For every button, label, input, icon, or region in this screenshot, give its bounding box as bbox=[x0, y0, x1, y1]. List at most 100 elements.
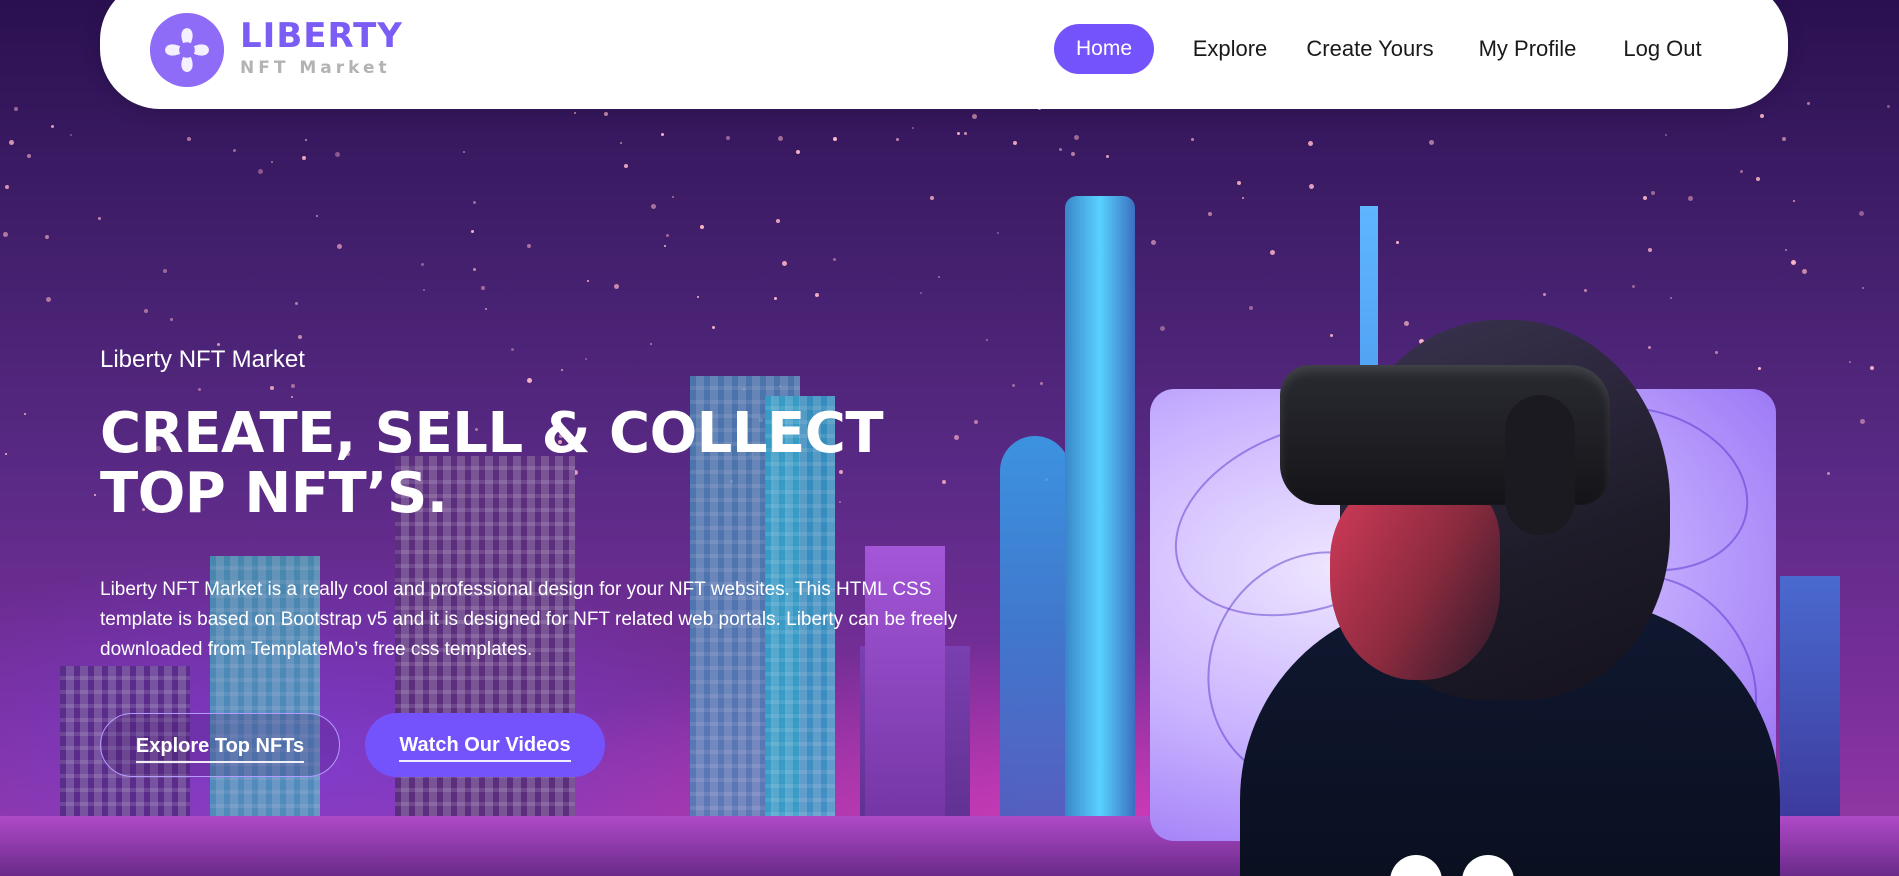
star bbox=[972, 114, 977, 119]
star bbox=[1208, 212, 1212, 216]
star bbox=[258, 169, 263, 174]
star bbox=[1793, 200, 1795, 202]
star bbox=[997, 232, 999, 234]
star bbox=[1543, 293, 1546, 296]
star bbox=[1665, 134, 1667, 136]
star bbox=[774, 297, 777, 300]
star bbox=[604, 112, 608, 116]
star bbox=[1760, 114, 1764, 118]
star bbox=[1802, 269, 1807, 274]
liberty-swirl-logo-icon[interactable] bbox=[148, 11, 226, 89]
star bbox=[1330, 334, 1333, 337]
star bbox=[1648, 248, 1652, 252]
star bbox=[1785, 249, 1787, 251]
star bbox=[620, 142, 622, 144]
star bbox=[650, 343, 652, 345]
star bbox=[1074, 135, 1079, 140]
star bbox=[697, 296, 699, 298]
star bbox=[473, 201, 476, 204]
star bbox=[1688, 196, 1693, 201]
star bbox=[70, 134, 72, 136]
star bbox=[423, 289, 425, 291]
star bbox=[198, 388, 201, 391]
building bbox=[1000, 436, 1070, 876]
star bbox=[815, 293, 819, 297]
star bbox=[5, 453, 7, 455]
star bbox=[585, 358, 587, 360]
star bbox=[672, 196, 674, 198]
explore-top-nfts-label: Explore Top NFTs bbox=[135, 735, 305, 763]
person-face bbox=[1330, 480, 1500, 680]
star bbox=[1860, 419, 1865, 424]
star bbox=[291, 384, 295, 388]
star bbox=[271, 161, 273, 163]
star bbox=[614, 284, 619, 289]
star bbox=[833, 137, 837, 141]
star bbox=[45, 235, 49, 239]
star bbox=[666, 234, 669, 237]
brand-subtitle: NFT Market bbox=[240, 58, 391, 78]
star bbox=[46, 297, 51, 302]
star bbox=[964, 132, 967, 135]
star bbox=[1648, 346, 1651, 349]
star bbox=[527, 378, 532, 383]
star bbox=[1191, 138, 1194, 141]
nav-create-yours[interactable]: Create Yours bbox=[1300, 24, 1440, 74]
star bbox=[661, 133, 664, 136]
star bbox=[726, 136, 730, 140]
nav-home[interactable]: Home bbox=[1054, 24, 1154, 74]
skyscraper bbox=[1065, 196, 1135, 876]
star bbox=[778, 136, 783, 141]
star bbox=[1827, 472, 1830, 475]
star bbox=[144, 309, 148, 313]
explore-top-nfts-button[interactable]: Explore Top NFTs bbox=[100, 713, 340, 777]
star bbox=[1859, 211, 1864, 216]
star bbox=[782, 261, 787, 266]
watch-our-videos-button[interactable]: Watch Our Videos bbox=[365, 713, 605, 777]
star bbox=[957, 132, 960, 135]
star bbox=[316, 215, 318, 217]
star bbox=[700, 225, 704, 229]
star bbox=[1151, 240, 1156, 245]
star bbox=[776, 219, 780, 223]
star bbox=[187, 137, 191, 141]
star bbox=[1715, 351, 1718, 354]
star bbox=[1396, 241, 1399, 244]
watch-our-videos-label: Watch Our Videos bbox=[399, 734, 571, 762]
brand-name[interactable]: LIBERTY bbox=[240, 16, 403, 56]
star bbox=[233, 149, 236, 152]
star bbox=[302, 156, 306, 160]
star bbox=[1791, 260, 1796, 265]
star bbox=[291, 396, 293, 398]
star bbox=[1651, 191, 1655, 195]
nav-explore[interactable]: Explore bbox=[1180, 24, 1280, 74]
star bbox=[1012, 384, 1015, 387]
star bbox=[664, 245, 666, 247]
nav-log-out[interactable]: Log Out bbox=[1610, 24, 1715, 74]
nav-my-profile[interactable]: My Profile bbox=[1465, 24, 1590, 74]
star bbox=[511, 348, 514, 351]
star bbox=[833, 258, 836, 261]
star bbox=[712, 326, 715, 329]
star bbox=[896, 138, 899, 141]
star bbox=[305, 139, 307, 141]
star bbox=[1071, 152, 1075, 156]
star bbox=[1309, 184, 1314, 189]
star bbox=[1670, 297, 1672, 299]
star bbox=[298, 335, 302, 339]
star bbox=[651, 204, 656, 209]
hero-eyebrow: Liberty NFT Market bbox=[100, 346, 305, 373]
star bbox=[1632, 285, 1635, 288]
star bbox=[938, 276, 940, 278]
star bbox=[14, 107, 18, 111]
star bbox=[421, 263, 424, 266]
star bbox=[912, 127, 914, 129]
star bbox=[1782, 137, 1786, 141]
star bbox=[1849, 361, 1851, 363]
star bbox=[1059, 148, 1062, 151]
star bbox=[1404, 321, 1409, 326]
star bbox=[1887, 105, 1890, 108]
star bbox=[1740, 170, 1743, 173]
hero-description: Liberty NFT Market is a really cool and … bbox=[100, 579, 958, 660]
star bbox=[1584, 289, 1587, 292]
